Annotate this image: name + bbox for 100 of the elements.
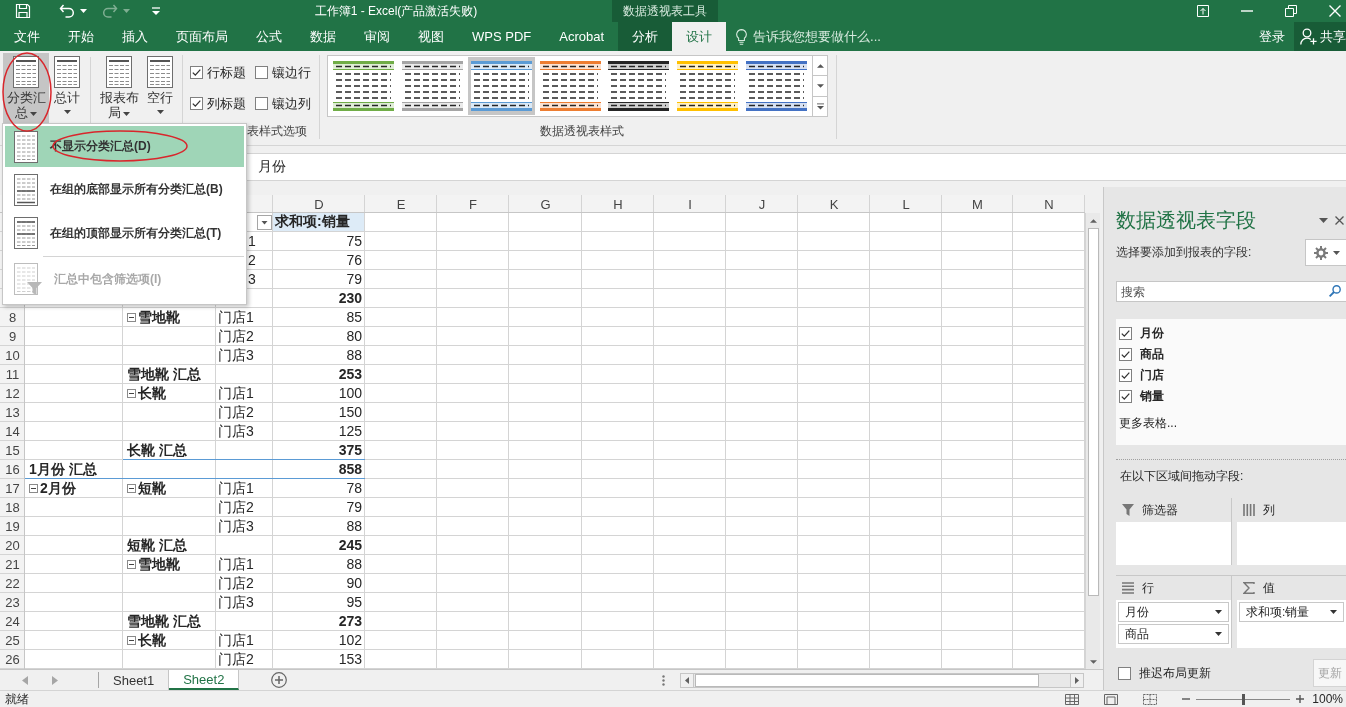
column-header[interactable]: F	[437, 195, 509, 213]
zoom-level[interactable]: 100%	[1312, 692, 1343, 706]
gallery-scroll-button[interactable]	[812, 76, 827, 97]
area-field-item[interactable]: 商品	[1118, 624, 1229, 644]
row-header[interactable]: 8	[0, 308, 25, 327]
field-label[interactable]: 商品	[1140, 346, 1164, 363]
left-arrow-icon[interactable]	[685, 676, 690, 684]
page-break-icon[interactable]	[1143, 693, 1158, 705]
ribbon-tab[interactable]: 文件	[0, 22, 54, 51]
ribbon-display-icon[interactable]	[1197, 5, 1209, 17]
save-icon[interactable]	[15, 3, 31, 19]
checkbox[interactable]	[255, 66, 268, 79]
tools-button[interactable]	[1305, 239, 1346, 266]
search-field[interactable]: 搜索	[1116, 281, 1346, 302]
column-header[interactable]: D	[273, 195, 365, 213]
row-header[interactable]: 20	[0, 536, 25, 555]
ribbon-tab[interactable]: 分析	[618, 22, 673, 51]
checkbox-label[interactable]: 推迟布局更新	[1139, 664, 1211, 682]
share-button[interactable]: 共享	[1294, 22, 1346, 51]
right-arrow-icon[interactable]	[1075, 676, 1080, 684]
dropdown-button-icon[interactable]	[257, 214, 272, 230]
minus-box-icon[interactable]	[127, 483, 136, 493]
field-label[interactable]: 销量	[1140, 388, 1164, 405]
restore-icon[interactable]	[1285, 5, 1297, 17]
checkbox[interactable]	[190, 66, 203, 79]
customize-icon[interactable]	[151, 6, 161, 16]
column-header[interactable]: G	[509, 195, 582, 213]
minus-box-icon[interactable]	[127, 312, 136, 322]
row-header[interactable]: 15	[0, 441, 25, 460]
ribbon-button[interactable]: 空行	[142, 53, 178, 123]
column-header[interactable]: J	[726, 195, 798, 213]
row-header[interactable]: 17	[0, 479, 25, 498]
menu-item[interactable]: 在组的顶部显示所有分类汇总(T)	[5, 212, 244, 254]
column-header[interactable]: E	[365, 195, 437, 213]
down-arrow-icon[interactable]	[1089, 660, 1097, 664]
vertical-dots-icon[interactable]	[662, 674, 666, 686]
horizontal-scrollbar[interactable]	[680, 672, 1085, 688]
ribbon-tab[interactable]: 视图	[404, 22, 458, 51]
tell-me-field[interactable]: 告诉我您想要做什么...	[753, 26, 904, 47]
caret-icon[interactable]	[1319, 217, 1328, 223]
area-field-item[interactable]: 月份	[1118, 602, 1229, 622]
column-header[interactable]: L	[870, 195, 942, 213]
close-icon[interactable]	[1335, 215, 1344, 225]
sign-in-link[interactable]: 登录	[1250, 22, 1294, 51]
ribbon-tab[interactable]: 数据	[296, 22, 350, 51]
row-header[interactable]: 14	[0, 422, 25, 441]
checkbox[interactable]	[255, 97, 268, 110]
search-icon[interactable]	[1329, 285, 1341, 297]
minus-icon[interactable]	[1182, 695, 1191, 703]
ribbon-tab[interactable]: 设计	[672, 22, 727, 51]
normal-view-icon[interactable]	[1065, 693, 1080, 705]
ribbon-tab[interactable]: 页面布局	[162, 22, 242, 51]
checkbox-label[interactable]: 行标题	[207, 63, 246, 82]
plus-icon[interactable]	[1296, 695, 1305, 703]
page-layout-icon[interactable]	[1104, 693, 1119, 705]
checkbox-label[interactable]: 镶边列	[272, 94, 311, 113]
checkbox[interactable]	[190, 97, 203, 110]
checkbox[interactable]	[1118, 666, 1131, 680]
row-header[interactable]: 21	[0, 555, 25, 574]
area-field-item[interactable]: 求和项:销量	[1239, 602, 1344, 622]
vertical-scrollbar[interactable]	[1085, 213, 1100, 669]
ribbon-tab[interactable]: 插入	[108, 22, 162, 51]
row-header[interactable]: 22	[0, 574, 25, 593]
minus-box-icon[interactable]	[127, 559, 136, 569]
zoom-slider-thumb[interactable]	[1242, 693, 1246, 705]
checkbox[interactable]	[1119, 327, 1132, 340]
caret-icon[interactable]	[80, 9, 87, 13]
column-header[interactable]: I	[654, 195, 726, 213]
checkbox-label[interactable]: 镶边行	[272, 63, 311, 82]
minus-box-icon[interactable]	[127, 388, 136, 398]
row-header[interactable]: 9	[0, 327, 25, 346]
column-header[interactable]: M	[942, 195, 1013, 213]
row-header[interactable]: 24	[0, 612, 25, 631]
ribbon-tab[interactable]: WPS PDF	[458, 22, 546, 51]
ribbon-tab[interactable]: 审阅	[350, 22, 404, 51]
sheet-tab[interactable]: Sheet2	[169, 670, 240, 690]
row-header[interactable]: 12	[0, 384, 25, 403]
minus-box-icon[interactable]	[29, 483, 38, 493]
drop-zone[interactable]: 月份 商品	[1116, 600, 1231, 648]
checkbox[interactable]	[1119, 390, 1132, 403]
checkbox[interactable]	[1119, 348, 1132, 361]
ribbon-button[interactable]: 报表布局	[96, 53, 142, 123]
checkbox-label[interactable]: 列标题	[207, 94, 246, 113]
row-header[interactable]: 16	[0, 460, 25, 479]
scrollbar-thumb[interactable]	[1087, 228, 1099, 596]
ribbon-button[interactable]: 总计	[49, 53, 85, 123]
row-header[interactable]: 23	[0, 593, 25, 612]
field-label[interactable]: 门店	[1140, 367, 1164, 384]
lightbulb-icon[interactable]	[736, 28, 748, 45]
ribbon-tab[interactable]: 开始	[54, 22, 108, 51]
up-arrow-icon[interactable]	[1089, 219, 1097, 223]
column-header[interactable]: H	[582, 195, 654, 213]
column-header[interactable]: N	[1013, 195, 1085, 213]
ribbon-button[interactable]: 分类汇总	[3, 53, 49, 123]
field-label[interactable]: 月份	[1140, 325, 1164, 342]
row-header[interactable]: 10	[0, 346, 25, 365]
row-header[interactable]: 13	[0, 403, 25, 422]
undo-icon[interactable]	[59, 3, 75, 19]
column-header[interactable]: K	[798, 195, 870, 213]
row-header[interactable]: 18	[0, 498, 25, 517]
